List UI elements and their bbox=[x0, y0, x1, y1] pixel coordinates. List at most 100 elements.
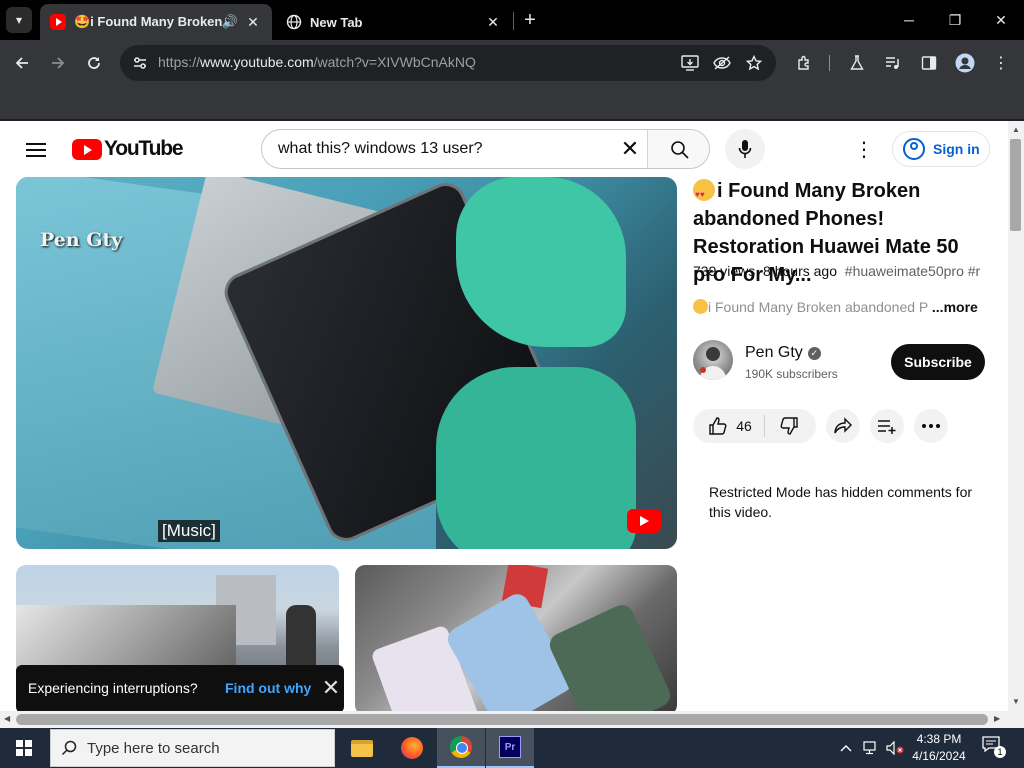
taskbar-chrome[interactable] bbox=[437, 728, 485, 768]
share-button[interactable] bbox=[826, 409, 860, 443]
video-description[interactable]: i Found Many Broken abandoned P ...more bbox=[693, 299, 983, 315]
tab-youtube[interactable]: 🤩i Found Many Broken ab 🔊 ✕ bbox=[40, 4, 272, 40]
restore-button[interactable]: ❐ bbox=[932, 0, 978, 40]
video-caption: [Music] bbox=[158, 520, 220, 542]
subscriber-count: 190K subscribers bbox=[745, 367, 838, 381]
taskbar-premiere-pro[interactable]: Pr bbox=[486, 728, 534, 768]
tab-title: 🤩i Found Many Broken ab bbox=[74, 14, 222, 29]
youtube-branding-icon[interactable] bbox=[627, 509, 661, 533]
taskbar-file-explorer[interactable] bbox=[338, 728, 386, 768]
taskbar-search-box[interactable]: Type here to search bbox=[50, 729, 335, 767]
notification-badge: 1 bbox=[994, 746, 1006, 758]
search-bar: what this? windows 13 user? ✕ bbox=[261, 129, 710, 169]
show-hidden-icons[interactable] bbox=[836, 728, 856, 768]
channel-name[interactable]: Pen Gty ✓ bbox=[745, 344, 821, 362]
close-tab-icon[interactable]: ✕ bbox=[484, 13, 502, 31]
restricted-mode-notice: Restricted Mode has hidden comments for … bbox=[709, 484, 973, 520]
search-icon bbox=[670, 141, 689, 159]
network-icon[interactable] bbox=[860, 728, 882, 768]
video-metadata[interactable]: 739 views 8 hours ago #huaweimate50pro #… bbox=[693, 263, 993, 279]
search-button[interactable] bbox=[647, 130, 709, 168]
playlist-add-icon bbox=[878, 420, 896, 434]
site-info-icon[interactable] bbox=[128, 51, 152, 75]
youtube-play-icon bbox=[72, 138, 102, 160]
youtube-logo[interactable]: YouTube bbox=[72, 137, 184, 161]
volume-muted-icon[interactable] bbox=[884, 728, 906, 768]
tab-search-button[interactable]: ▾ bbox=[6, 7, 32, 33]
side-panel-icon[interactable] bbox=[914, 48, 944, 78]
settings-more-icon[interactable]: ⋮ bbox=[852, 137, 876, 161]
premiere-pro-icon: Pr bbox=[499, 736, 521, 758]
sign-in-button[interactable]: Sign in bbox=[892, 131, 990, 167]
dismiss-toast-icon[interactable]: ✕ bbox=[320, 677, 342, 699]
back-button[interactable] bbox=[7, 48, 37, 78]
voice-search-button[interactable] bbox=[725, 129, 765, 169]
scrollbar-thumb[interactable] bbox=[16, 714, 988, 725]
address-bar[interactable]: https://www.youtube.com/watch?v=XIVWbCnA… bbox=[120, 45, 776, 81]
horizontal-scrollbar[interactable]: ◀ ▶ bbox=[0, 711, 1024, 728]
account-icon bbox=[903, 138, 925, 160]
windows-logo-icon bbox=[16, 740, 32, 756]
more-actions-button[interactable] bbox=[914, 409, 948, 443]
clear-search-icon[interactable]: ✕ bbox=[618, 138, 642, 162]
menu-icon[interactable] bbox=[24, 139, 48, 161]
youtube-page: YouTube what this? windows 13 user? ✕ ⋮ … bbox=[0, 121, 1008, 711]
profile-avatar-icon[interactable] bbox=[950, 48, 980, 78]
reload-button[interactable] bbox=[79, 48, 109, 78]
channel-watermark: Pen Gty bbox=[40, 229, 123, 251]
scrollbar-thumb[interactable] bbox=[1010, 139, 1021, 231]
save-to-playlist-button[interactable] bbox=[870, 409, 904, 443]
recommended-video-thumbnail[interactable] bbox=[355, 565, 677, 711]
video-player[interactable]: Pen Gty [Music] bbox=[16, 177, 677, 549]
browser-toolbar: https://www.youtube.com/watch?v=XIVWbCnA… bbox=[0, 40, 1024, 86]
chrome-icon bbox=[450, 736, 472, 758]
tab-separator bbox=[513, 12, 514, 30]
dislike-button[interactable] bbox=[765, 409, 813, 443]
search-input[interactable]: what this? windows 13 user? bbox=[278, 140, 483, 158]
close-window-button[interactable]: ✕ bbox=[978, 0, 1024, 40]
audio-playing-icon[interactable]: 🔊 bbox=[222, 14, 238, 30]
channel-avatar[interactable] bbox=[693, 340, 733, 380]
url-text: https://www.youtube.com/watch?v=XIVWbCnA… bbox=[158, 54, 476, 70]
start-button[interactable] bbox=[0, 728, 48, 768]
close-tab-icon[interactable]: ✕ bbox=[244, 13, 262, 31]
star-struck-emoji-icon bbox=[693, 299, 708, 314]
scroll-down-icon[interactable]: ▼ bbox=[1012, 697, 1020, 706]
like-button[interactable]: 46 bbox=[696, 409, 764, 443]
interruption-toast: Experiencing interruptions? Find out why… bbox=[16, 665, 344, 711]
bookmark-star-icon[interactable] bbox=[742, 51, 766, 75]
taskbar-firefox[interactable] bbox=[388, 728, 436, 768]
globe-icon bbox=[286, 14, 302, 30]
new-tab-button[interactable]: + bbox=[518, 8, 542, 32]
tab-new-tab[interactable]: New Tab ✕ bbox=[276, 4, 512, 40]
thumbs-up-icon bbox=[709, 417, 727, 435]
scroll-up-icon[interactable]: ▲ bbox=[1012, 125, 1020, 134]
tab-title: New Tab bbox=[310, 14, 363, 30]
minimize-button[interactable]: ─ bbox=[886, 0, 932, 40]
eye-off-icon[interactable] bbox=[710, 51, 734, 75]
search-icon bbox=[61, 740, 77, 756]
bookmarks-bar bbox=[0, 86, 1024, 120]
toast-message: Experiencing interruptions? bbox=[28, 680, 198, 696]
forward-button[interactable] bbox=[43, 48, 73, 78]
microphone-icon bbox=[738, 140, 752, 158]
system-clock[interactable]: 4:38 PM 4/16/2024 bbox=[906, 731, 972, 765]
scroll-left-icon[interactable]: ◀ bbox=[4, 714, 10, 723]
show-more-link[interactable]: ...more bbox=[932, 299, 978, 315]
youtube-favicon-icon bbox=[50, 14, 66, 30]
labs-flask-icon[interactable] bbox=[842, 48, 872, 78]
folder-icon bbox=[351, 739, 373, 757]
toolbar-separator bbox=[829, 55, 830, 71]
install-app-icon[interactable] bbox=[678, 51, 702, 75]
more-horizontal-icon bbox=[922, 424, 940, 428]
scroll-right-icon[interactable]: ▶ bbox=[994, 714, 1000, 723]
extensions-icon[interactable] bbox=[789, 48, 819, 78]
find-out-why-link[interactable]: Find out why bbox=[225, 680, 311, 696]
browser-menu-icon[interactable]: ⋮ bbox=[986, 48, 1016, 78]
tab-strip: ▾ 🤩i Found Many Broken ab 🔊 ✕ New Tab ✕ … bbox=[0, 0, 1024, 40]
star-struck-emoji-icon bbox=[693, 179, 715, 209]
media-control-icon[interactable] bbox=[878, 48, 908, 78]
notification-center-icon[interactable]: 1 bbox=[982, 736, 1006, 758]
subscribe-button[interactable]: Subscribe bbox=[891, 344, 985, 380]
vertical-scrollbar[interactable]: ▲ ▼ bbox=[1008, 121, 1024, 711]
